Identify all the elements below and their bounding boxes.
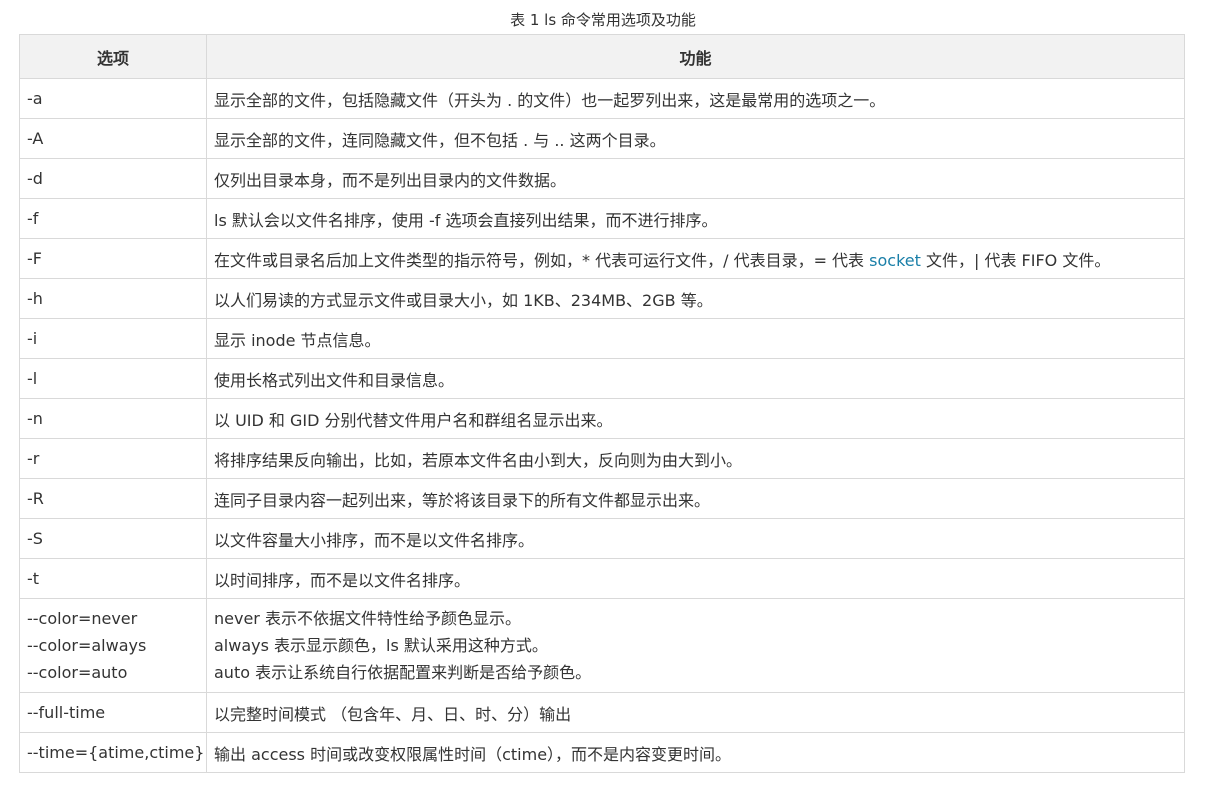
function-cell: ls 默认会以文件名排序，使用 -f 选项会直接列出结果，而不进行排序。: [206, 198, 1185, 239]
table-header-row: 选项 功能: [19, 34, 1185, 79]
function-text: 文件，| 代表 FIFO 文件。: [920, 250, 1111, 270]
function-cell: 仅列出目录本身，而不是列出目录内的文件数据。: [206, 158, 1185, 199]
table-caption: 表 1 ls 命令常用选项及功能: [510, 11, 696, 29]
table-row: -t 以时间排序，而不是以文件名排序。: [19, 558, 1185, 599]
option-cell: -r: [19, 438, 207, 479]
option-line: --color=always: [27, 636, 147, 655]
option-cell: --full-time: [19, 692, 207, 733]
options-table: 选项 功能 -a 显示全部的文件，包括隐藏文件（开头为 . 的文件）也一起罗列出…: [19, 34, 1185, 773]
option-cell: -t: [19, 558, 207, 599]
table-row: -F 在文件或目录名后加上文件类型的指示符号，例如，* 代表可运行文件，/ 代表…: [19, 238, 1185, 279]
function-cell: 以完整时间模式 （包含年、月、日、时、分）输出: [206, 692, 1185, 733]
table-row: -f ls 默认会以文件名排序，使用 -f 选项会直接列出结果，而不进行排序。: [19, 198, 1185, 239]
table-row: -n 以 UID 和 GID 分别代替文件用户名和群组名显示出来。: [19, 398, 1185, 439]
function-cell: 以文件容量大小排序，而不是以文件名排序。: [206, 518, 1185, 559]
function-cell: never 表示不依据文件特性给予颜色显示。 always 表示显示颜色，ls …: [206, 598, 1185, 693]
function-cell: 以 UID 和 GID 分别代替文件用户名和群组名显示出来。: [206, 398, 1185, 439]
option-cell: -R: [19, 478, 207, 519]
socket-link[interactable]: socket: [869, 251, 921, 270]
option-cell: -F: [19, 238, 207, 279]
function-cell: 将排序结果反向输出，比如，若原本文件名由小到大，反向则为由大到小。: [206, 438, 1185, 479]
table-row: -A 显示全部的文件，连同隐藏文件，但不包括 . 与 .. 这两个目录。: [19, 118, 1185, 159]
function-line: auto 表示让系统自行依据配置来判断是否给予颜色。: [214, 663, 592, 682]
table-row: -i 显示 inode 节点信息。: [19, 318, 1185, 359]
function-cell: 显示全部的文件，连同隐藏文件，但不包括 . 与 .. 这两个目录。: [206, 118, 1185, 159]
function-cell: 使用长格式列出文件和目录信息。: [206, 358, 1185, 399]
option-cell: -l: [19, 358, 207, 399]
option-cell: -d: [19, 158, 207, 199]
table-row: -r 将排序结果反向输出，比如，若原本文件名由小到大，反向则为由大到小。: [19, 438, 1185, 479]
option-cell: -a: [19, 78, 207, 119]
option-cell: -i: [19, 318, 207, 359]
function-cell: 在文件或目录名后加上文件类型的指示符号，例如，* 代表可运行文件，/ 代表目录，…: [206, 238, 1185, 279]
function-cell: 显示全部的文件，包括隐藏文件（开头为 . 的文件）也一起罗列出来，这是最常用的选…: [206, 78, 1185, 119]
header-option: 选项: [19, 34, 207, 79]
option-line: --color=never: [27, 609, 138, 628]
option-cell: -S: [19, 518, 207, 559]
function-cell: 连同子目录内容一起列出来，等於将该目录下的所有文件都显示出来。: [206, 478, 1185, 519]
table-row: -S 以文件容量大小排序，而不是以文件名排序。: [19, 518, 1185, 559]
table-row: --time={atime,ctime} 输出 access 时间或改变权限属性…: [19, 732, 1185, 773]
table-row: -d 仅列出目录本身，而不是列出目录内的文件数据。: [19, 158, 1185, 199]
option-cell: --time={atime,ctime}: [19, 732, 207, 773]
option-line: --color=auto: [27, 663, 128, 682]
table-row: --color=never --color=always --color=aut…: [19, 598, 1185, 693]
option-cell: -h: [19, 278, 207, 319]
function-cell: 以时间排序，而不是以文件名排序。: [206, 558, 1185, 599]
option-cell: --color=never --color=always --color=aut…: [19, 598, 207, 693]
option-cell: -f: [19, 198, 207, 239]
table-row: -h 以人们易读的方式显示文件或目录大小，如 1KB、234MB、2GB 等。: [19, 278, 1185, 319]
function-cell: 以人们易读的方式显示文件或目录大小，如 1KB、234MB、2GB 等。: [206, 278, 1185, 319]
table-row: -R 连同子目录内容一起列出来，等於将该目录下的所有文件都显示出来。: [19, 478, 1185, 519]
header-function: 功能: [206, 34, 1185, 79]
function-line: never 表示不依据文件特性给予颜色显示。: [214, 609, 521, 628]
table-row: -a 显示全部的文件，包括隐藏文件（开头为 . 的文件）也一起罗列出来，这是最常…: [19, 78, 1185, 119]
function-line: always 表示显示颜色，ls 默认采用这种方式。: [214, 636, 548, 655]
option-cell: -A: [19, 118, 207, 159]
option-cell: -n: [19, 398, 207, 439]
function-cell: 输出 access 时间或改变权限属性时间（ctime），而不是内容变更时间。: [206, 732, 1185, 773]
function-text: 在文件或目录名后加上文件类型的指示符号，例如，* 代表可运行文件，/ 代表目录，…: [214, 250, 870, 270]
table-row: -l 使用长格式列出文件和目录信息。: [19, 358, 1185, 399]
function-cell: 显示 inode 节点信息。: [206, 318, 1185, 359]
table-row: --full-time 以完整时间模式 （包含年、月、日、时、分）输出: [19, 692, 1185, 733]
